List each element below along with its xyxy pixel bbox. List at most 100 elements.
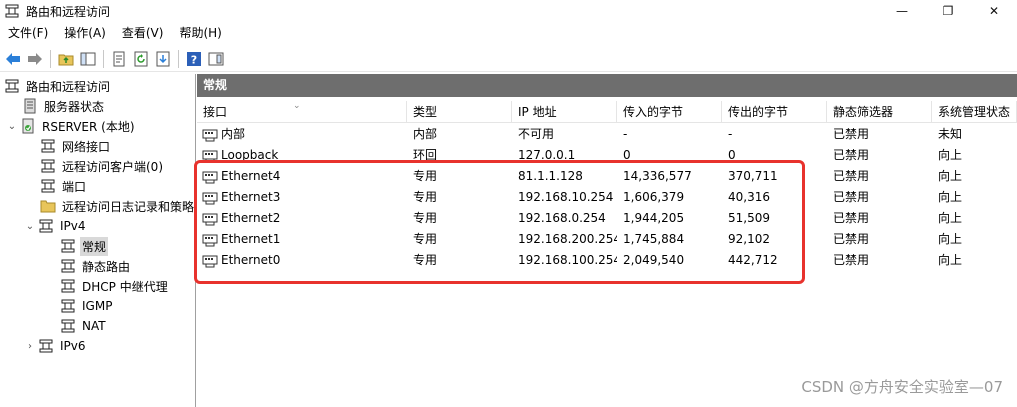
interface-list: 内部 内部 不可用 - - 已禁用 未知 Loopback 环回 127.0.0.1 0 0 已禁用 向上…	[197, 124, 1017, 271]
tree-item-remote-clients[interactable]: 远程访问客户端(0)	[40, 156, 165, 176]
sort-caret-icon: ⌄	[293, 101, 301, 111]
column-header-type[interactable]: 类型	[407, 101, 512, 123]
menu-view[interactable]: 查看(V)	[114, 22, 172, 44]
routing-icon	[61, 299, 75, 313]
column-header-bytes-in[interactable]: 传入的字节	[617, 101, 722, 123]
expanded-chevron-icon[interactable]: ⌄	[24, 221, 36, 232]
type-cell: 专用	[413, 190, 438, 204]
bytes-in-cell: 2,049,540	[623, 253, 685, 267]
admin-status-cell: 向上	[938, 190, 963, 204]
bytes-out-cell: 51,509	[728, 211, 770, 225]
table-row[interactable]: Ethernet4 专用 81.1.1.128 14,336,577 370,711 已禁…	[197, 166, 1017, 187]
bytes-out-cell: 0	[728, 148, 736, 162]
menu-help[interactable]: 帮助(H)	[171, 22, 229, 44]
properties-icon[interactable]	[109, 49, 129, 69]
tree-item-static-routes[interactable]: 静态路由	[60, 256, 132, 276]
collapsed-chevron-icon[interactable]: ›	[24, 341, 36, 352]
filter-cell: 已禁用	[833, 253, 870, 267]
folder-up-icon[interactable]	[56, 49, 76, 69]
tree-item-server-status[interactable]: 服务器状态	[22, 96, 106, 116]
tree-item-logging-policy[interactable]: 远程访问日志记录和策略	[40, 196, 195, 216]
interface-cell: 内部	[197, 124, 407, 145]
toolbar-separator	[103, 49, 104, 68]
toolbar-separator	[178, 49, 179, 68]
tree-item-network-interfaces[interactable]: 网络接口	[40, 136, 112, 156]
network-adapter-icon	[202, 127, 218, 143]
routing-icon	[61, 239, 75, 253]
tree-item-server[interactable]: ⌄ RSERVER (本地)	[6, 116, 137, 136]
type-cell: 内部	[413, 127, 438, 141]
filter-cell: 已禁用	[833, 169, 870, 183]
type-cell: 环回	[413, 148, 438, 162]
filter-cell: 已禁用	[833, 148, 870, 162]
server-icon	[22, 118, 34, 134]
tree-label: IPv6	[60, 339, 86, 353]
details-pane: 常规 接口 ⌄ 类型 IP 地址 传入的字节 传出的字节 静态筛选器 系统管理状…	[197, 74, 1017, 407]
forward-arrow-icon[interactable]	[25, 49, 45, 69]
network-adapter-icon	[202, 169, 218, 185]
routing-icon	[39, 219, 53, 233]
column-header-ip[interactable]: IP 地址	[512, 101, 617, 123]
refresh-icon[interactable]	[131, 49, 151, 69]
routing-icon	[41, 139, 55, 153]
tree-label: IPv4	[60, 219, 86, 233]
interface-cell: Ethernet4	[197, 166, 407, 187]
toolbar-separator	[50, 49, 51, 68]
filter-cell: 已禁用	[833, 232, 870, 246]
expanded-chevron-icon[interactable]: ⌄	[6, 121, 18, 132]
minimize-button[interactable]: —	[879, 0, 925, 22]
tree-label: 网络接口	[62, 139, 111, 154]
maximize-button[interactable]: ❐	[925, 0, 971, 22]
title-bar: 路由和远程访问 — ❐ ✕	[0, 0, 1017, 22]
tree-item-ports[interactable]: 端口	[40, 176, 88, 196]
table-row[interactable]: Ethernet3 专用 192.168.10.254 1,606,379 40,316…	[197, 187, 1017, 208]
interface-cell: Ethernet3	[197, 187, 407, 208]
column-header-bytes-out[interactable]: 传出的字节	[722, 101, 827, 123]
tree-item-ipv4[interactable]: ⌄ IPv4	[24, 216, 88, 236]
back-arrow-icon[interactable]	[3, 49, 23, 69]
bytes-in-cell: 1,606,379	[623, 190, 685, 204]
column-header-admin-status[interactable]: 系统管理状态	[932, 101, 1017, 123]
routing-icon	[61, 319, 75, 333]
tree-item-nat[interactable]: NAT	[60, 316, 108, 336]
help-icon[interactable]: ?	[184, 49, 204, 69]
close-button[interactable]: ✕	[971, 0, 1017, 22]
export-list-icon[interactable]	[153, 49, 173, 69]
tree-label: 远程访问日志记录和策略	[62, 199, 195, 214]
admin-status-cell: 未知	[938, 127, 963, 141]
table-row[interactable]: Ethernet2 专用 192.168.0.254 1,944,205 51,509 已…	[197, 208, 1017, 229]
bytes-out-cell: 442,712	[728, 253, 778, 267]
tree-label: 服务器状态	[44, 99, 105, 114]
tree-label: RSERVER (本地)	[42, 119, 135, 134]
routing-icon	[61, 259, 75, 273]
folder-icon	[40, 200, 56, 213]
tree-item-igmp[interactable]: IGMP	[60, 296, 114, 316]
console-pane-icon[interactable]	[206, 49, 226, 69]
tree-label: 端口	[62, 179, 87, 194]
interface-name: Ethernet1	[221, 232, 281, 246]
show-hide-tree-icon[interactable]	[78, 49, 98, 69]
table-row[interactable]: Ethernet0 专用 192.168.100.254 2,049,540 442,7…	[197, 250, 1017, 271]
admin-status-cell: 向上	[938, 169, 963, 183]
menu-action[interactable]: 操作(A)	[56, 22, 114, 44]
menu-file[interactable]: 文件(F)	[0, 22, 56, 44]
table-row[interactable]: 内部 内部 不可用 - - 已禁用 未知	[197, 124, 1017, 145]
routing-icon	[61, 279, 75, 293]
column-header-static-filter[interactable]: 静态筛选器	[827, 101, 932, 123]
filter-cell: 已禁用	[833, 211, 870, 225]
ip-cell: 127.0.0.1	[518, 148, 576, 162]
server-list-icon	[24, 98, 36, 114]
svg-text:?: ?	[191, 53, 197, 66]
tree-item-ipv6[interactable]: › IPv6	[24, 336, 88, 356]
column-header-interface[interactable]: 接口 ⌄	[197, 101, 407, 123]
column-label: 接口	[203, 105, 228, 119]
tree-root-routing[interactable]: 路由和远程访问	[4, 76, 112, 96]
table-row[interactable]: Ethernet1 专用 192.168.200.254 1,745,884 92,10…	[197, 229, 1017, 250]
window-controls: — ❐ ✕	[879, 0, 1017, 22]
toolbar: ?	[0, 46, 1017, 72]
menu-bar: 文件(F) 操作(A) 查看(V) 帮助(H)	[0, 22, 1017, 44]
routing-app-icon	[5, 4, 19, 18]
tree-item-general[interactable]: 常规	[60, 236, 109, 256]
tree-item-dhcp-relay[interactable]: DHCP 中继代理	[60, 276, 170, 296]
table-row[interactable]: Loopback 环回 127.0.0.1 0 0 已禁用 向上	[197, 145, 1017, 166]
